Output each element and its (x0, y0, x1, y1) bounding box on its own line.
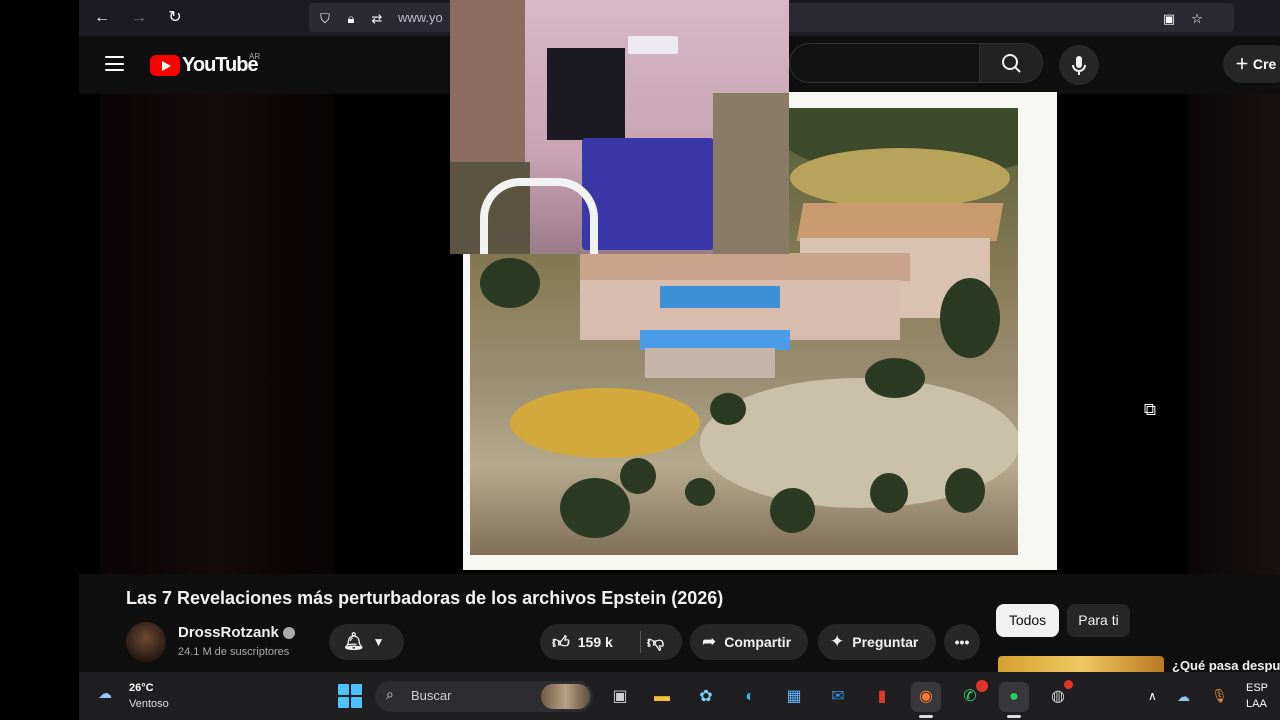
weather-temperature[interactable]: 26°C (129, 682, 154, 694)
picture-in-picture-icon[interactable]: ▣ (1161, 11, 1177, 27)
weather-description[interactable]: Ventoso (129, 698, 169, 710)
recording-left-border (0, 0, 79, 720)
permissions-icon[interactable]: ⇄ (369, 11, 385, 27)
search-button[interactable] (979, 43, 1043, 83)
tray-chevron-up-icon[interactable]: ∧ (1148, 689, 1157, 703)
bookmark-star-icon[interactable]: ☆ (1189, 11, 1205, 27)
subscriber-count: 24.1 M de suscriptores (178, 646, 290, 658)
search-icon (1002, 54, 1021, 73)
weather-wind-icon[interactable]: ☁ (98, 685, 120, 701)
share-button[interactable]: ➦ Compartir (690, 624, 808, 660)
next-video-title[interactable]: ¿Qué pasa despu (1172, 658, 1280, 673)
menu-icon[interactable] (105, 56, 124, 71)
create-button[interactable]: ＋ Cre (1223, 45, 1280, 83)
firefox-icon[interactable]: ◉ (911, 682, 941, 712)
bell-icon: 🔔︎ (343, 632, 365, 651)
logo-text: YouTube (182, 53, 259, 76)
like-divider (640, 631, 641, 653)
spotify-active-indicator (1007, 715, 1021, 718)
reload-icon[interactable]: ↻ (163, 6, 187, 30)
webcam-overlay (450, 0, 789, 254)
back-icon[interactable]: ← (90, 6, 114, 30)
ask-label: Preguntar (852, 634, 919, 650)
outlook-icon[interactable]: ✉ (823, 682, 853, 712)
windows-start-icon[interactable] (338, 684, 362, 708)
youtube-logo[interactable]: YouTube (150, 53, 259, 77)
more-dots-icon: ••• (954, 634, 970, 650)
network-icon[interactable]: ☁ (1177, 689, 1190, 705)
voice-search-button[interactable] (1059, 45, 1099, 85)
sparkle-icon: ✦ (830, 632, 845, 651)
like-button[interactable]: 👍︎ 159 k 👎︎ (540, 624, 682, 660)
youtube-play-icon (150, 54, 180, 76)
spotify-icon[interactable]: ● (999, 682, 1029, 712)
plus-icon: ＋ (1235, 56, 1249, 72)
chip-for-you[interactable]: Para ti (1067, 604, 1130, 637)
search-highlight-image (541, 684, 590, 709)
windows-taskbar (79, 672, 1280, 720)
microphone-icon (1072, 56, 1086, 75)
search-input[interactable] (789, 43, 989, 83)
next-video-thumbnail[interactable] (998, 656, 1164, 672)
ambient-glow-right (1188, 94, 1280, 574)
channel-name[interactable]: DrossRotzank (178, 624, 279, 641)
forward-icon[interactable]: → (127, 6, 151, 30)
file-explorer-icon[interactable]: ▬ (647, 682, 677, 712)
like-count: 159 k (577, 634, 613, 650)
lock-icon[interactable]: 🔒︎ (343, 11, 359, 27)
url-text: www.yo (398, 10, 443, 25)
video-title: Las 7 Revelaciones más perturbadoras de … (126, 588, 724, 608)
language-indicator-top[interactable]: ESP (1246, 682, 1268, 694)
obs-badge (1064, 680, 1073, 689)
more-actions-button[interactable]: ••• (944, 624, 980, 660)
language-indicator-bottom[interactable]: LAA (1246, 698, 1267, 710)
search-icon: ⌕ (386, 686, 394, 702)
store-icon[interactable]: ▦ (779, 682, 809, 712)
taskbar-search-label: Buscar (411, 688, 452, 703)
copilot-icon[interactable]: ✿ (691, 682, 721, 712)
thumbs-down-icon[interactable]: 👎︎ (647, 632, 664, 653)
ask-button[interactable]: ✦ Preguntar (818, 624, 936, 660)
share-label: Compartir (724, 634, 792, 650)
task-view-icon[interactable]: ▣ (605, 682, 635, 712)
chevron-down-icon: ▼ (372, 635, 385, 649)
miniplayer-icon[interactable]: ⧉ (1131, 392, 1169, 428)
edge-icon[interactable]: ◐ (735, 682, 765, 712)
microphone-tray-icon[interactable]: 🎙︎ (1211, 688, 1228, 704)
create-label: Cre (1252, 56, 1277, 72)
ambient-glow-left (100, 94, 334, 574)
notification-bell-button[interactable]: 🔔︎ ▼ (329, 624, 404, 660)
whatsapp-badge (976, 680, 988, 692)
share-icon: ➦ (702, 632, 717, 651)
verified-badge-icon (283, 627, 295, 639)
shield-icon[interactable]: ⛉ (317, 11, 333, 27)
red-app-icon[interactable]: ▮ (867, 682, 897, 712)
thumbs-up-icon: 👍︎ (552, 632, 570, 652)
channel-avatar[interactable] (126, 622, 166, 662)
chip-all[interactable]: Todos (996, 604, 1059, 637)
firefox-active-indicator (919, 715, 933, 718)
country-code: AR (249, 52, 261, 61)
